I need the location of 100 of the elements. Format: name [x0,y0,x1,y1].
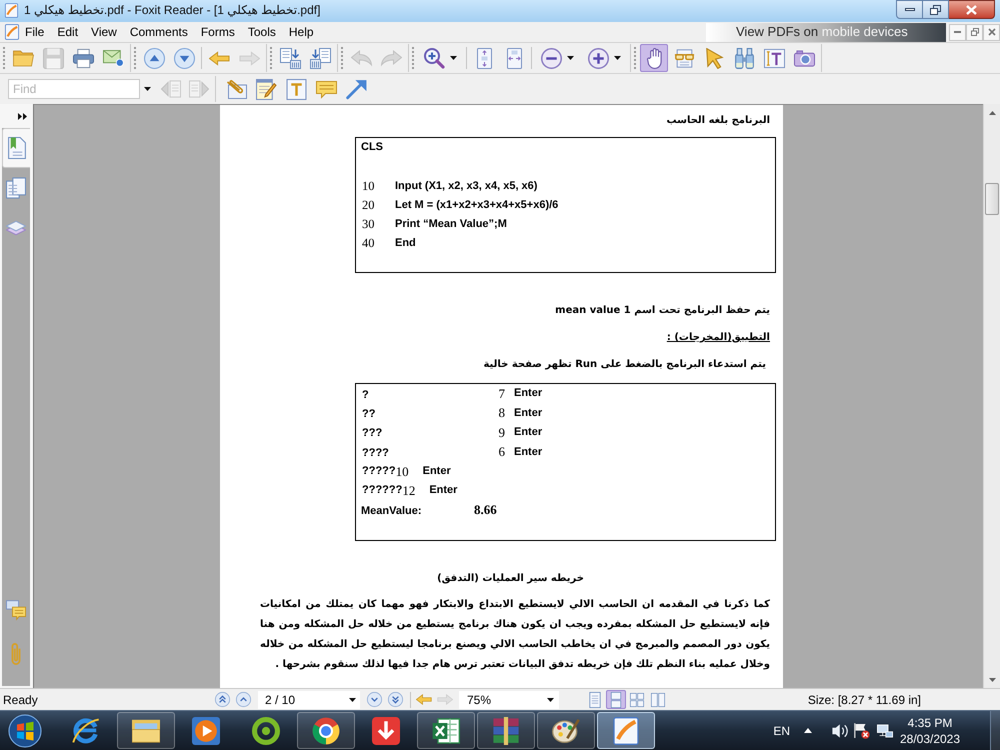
notepad-pencil-icon [256,78,276,100]
facing-button[interactable] [627,690,647,709]
clock-date[interactable]: 28/03/2023 [900,730,960,746]
output-prompt: ????? [362,464,396,479]
code-text: Input (X1, x2, x3, x4, x5, x6) [395,179,538,194]
spreadsheet-icon [432,716,460,744]
double-up-chevron-icon[interactable] [215,692,230,707]
up-chevron-icon[interactable] [236,692,251,707]
section-heading: التطبيق(المخرجات) : [666,331,770,345]
grid-pages-icon [630,692,644,708]
menu-item[interactable]: Forms [198,23,238,41]
text-cursor-page-icon [764,48,784,68]
restore-icon [970,28,978,36]
code-text: Print “Mean Value”;M [395,217,507,232]
output-value: 6 [498,443,505,462]
line-number: 10 [362,178,376,196]
caret-icon [349,698,356,702]
minimize-button[interactable] [896,0,923,19]
zoom-field[interactable]: 75% [459,690,559,708]
caret-up-icon [988,110,996,114]
save-note: يتم حفظ البرنامج تحت اسم mean value 1 [555,304,770,318]
camera-icon [794,48,814,68]
paint-palette-icon [552,716,580,744]
line-number: 20 [362,197,376,214]
caret-down-icon [988,678,996,682]
bookmarks-tab[interactable] [2,128,30,168]
menu-item[interactable]: Help [286,23,317,41]
continuous-button[interactable] [606,690,626,709]
orb-logo-icon [8,714,42,748]
double-down-chevron-icon[interactable] [388,692,403,707]
code-text: Let M = (x1+x2+x3+x4+x5+x6)/6 [395,198,558,214]
caret-icon [144,87,150,91]
output-value: 9 [498,424,505,442]
text-box-icon [286,78,306,100]
minimize-button[interactable] [949,24,966,40]
hand-tool-button[interactable] [640,44,668,72]
double-chevron-icon[interactable] [18,112,27,120]
output-key: Enter [429,482,458,499]
output-prompt: ?????? [362,483,402,498]
minimize-icon [954,31,961,33]
continuous-pages-icon [609,692,623,708]
diagonal-arrow-icon [346,78,366,100]
output-value: 12 [402,482,416,500]
paperclip-page-icon [226,78,246,100]
restore-button[interactable] [923,0,949,19]
start-button[interactable] [7,712,43,748]
output-key: Enter [422,463,451,480]
document-swoosh-icon [5,2,18,18]
promo-banner-link[interactable]: View PDFs on mobile devices [706,22,946,42]
speech-bubble-icon [316,78,336,100]
output-value: 8 [498,404,505,422]
speaker-icon[interactable] [832,722,848,738]
arrow-cursor-icon [704,48,724,68]
down-chevron-icon[interactable] [367,692,382,707]
code-text: End [395,236,416,252]
close-icon [966,4,977,14]
find-field[interactable]: Find [8,79,140,99]
output-key: Enter [514,385,542,402]
e-logo-icon [72,716,100,744]
window-title: تخطيط هيكلي 1.pdf - Foxit Reader - [تخطيط هيكلي 1.pdf] [24,2,320,18]
document-swoosh-icon [612,716,640,744]
page-size-text: Size: [8.27 * 11.69 in] [808,692,921,708]
menu-item[interactable]: File [22,23,48,41]
run-note: يتم استدعاء البرنامج بالضغط على Run تظهر صفحة خالية [483,358,766,372]
line-number: 30 [362,216,376,234]
tricolor-ring-icon [312,716,340,744]
caret-icon [567,56,574,60]
page-number-field[interactable]: 2 / 10 [258,690,360,708]
output-key: Enter [514,404,542,422]
menu-item[interactable]: Tools [244,23,279,41]
restore-icon [930,4,941,14]
close-button[interactable] [949,0,995,19]
line-number: 40 [362,235,376,252]
language-indicator[interactable]: EN [773,722,790,740]
pages-icon [6,177,26,199]
caret-icon [614,56,621,60]
output-prompt: ?? [362,408,376,420]
ring-logo-icon [252,716,280,744]
play-tile-icon [192,716,220,744]
menu-item[interactable]: Comments [126,23,191,41]
speech-bubbles-icon [6,599,26,621]
caret-icon [450,56,457,60]
body-paragraph: كما ذكرنا في المقدمه ان الحاسب الالي لايستطيع الابتداع والابتكار فهو مهما كان يمتلك من امكانيات فإنه لايستطيع حل المشكله بمفرده ويجب ان يكون هناك برنامج يستطيع من خلاله حل المشكله ومن هنا يكون دور المصمم والمبرمج في ان يخاطب الحاسب الالي ويصنع برنامجا ليستطيع حل المشكله من خلاله وخلال عمليه بناء النظم تلك فإن خريطه تدفق البيانات تعتبر ترس هام جدا فيها لذلك سنقوم بشرحها . [260,598,770,672]
code-text: CLS [361,140,383,156]
show-desktop-button[interactable] [990,711,1000,750]
output-key: Enter [514,444,542,460]
flag-alert-icon[interactable] [854,722,870,740]
caret-icon [547,698,554,702]
output-prompt: ??? [362,427,382,440]
clock-time[interactable]: 4:35 PM [908,714,952,730]
scrollbar-thumb[interactable] [985,183,999,215]
continuous-facing-button[interactable] [648,690,668,709]
output-value: 7 [498,384,505,403]
network-monitor-icon[interactable] [877,722,893,738]
page-heading: البرنامج بلغه الحاسب [666,114,770,128]
menu-item[interactable]: View [88,23,120,41]
menu-item[interactable]: Edit [54,23,82,41]
caret-up-icon[interactable] [804,728,812,733]
output-value: 10 [396,462,409,481]
result-value: 8.66 [474,501,497,520]
